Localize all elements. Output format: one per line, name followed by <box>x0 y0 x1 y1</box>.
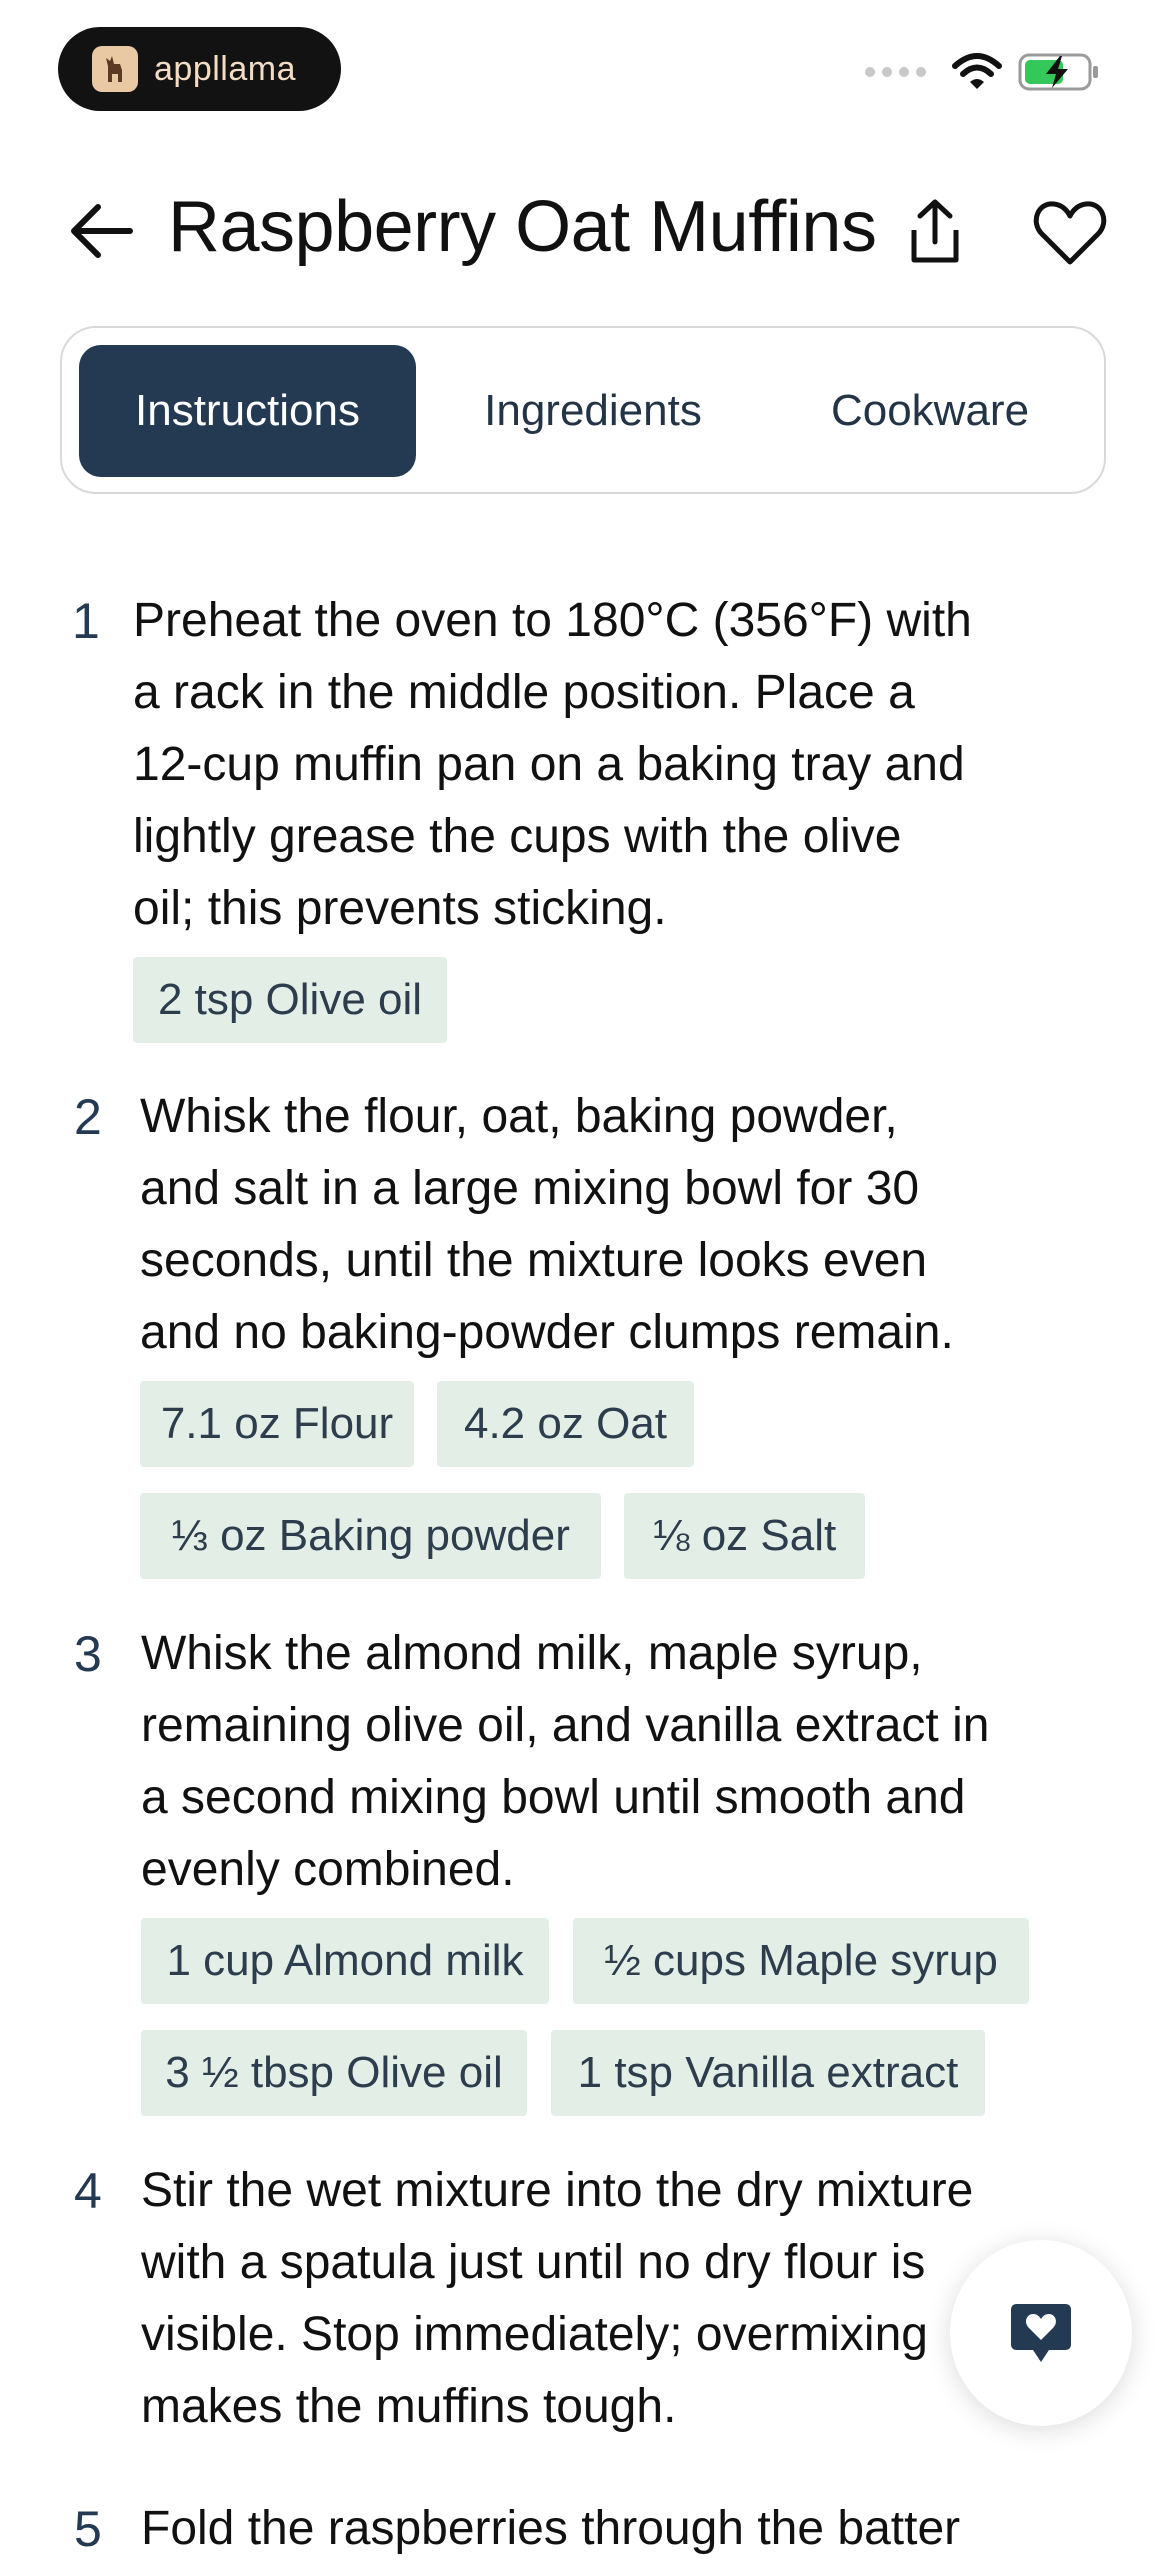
tab-cookware[interactable]: Cookware <box>770 345 1090 477</box>
page-title: Raspberry Oat Muffins <box>168 187 877 267</box>
ingredient-chip[interactable]: 1 cup Almond milk <box>141 1918 549 2004</box>
step-text: Whisk the almond milk, maple syrup, rema… <box>141 1627 990 1896</box>
step-text: Whisk the flour, oat, baking powder, and… <box>140 1090 954 1359</box>
ingredient-chip[interactable]: 1 tsp Vanilla extract <box>551 2030 985 2116</box>
chat-heart-icon <box>1011 2304 1071 2362</box>
heart-icon <box>1033 201 1107 265</box>
ingredient-chip[interactable]: ⅓ oz Baking powder <box>140 1493 601 1579</box>
brand-name: appllama <box>154 49 296 88</box>
share-icon <box>911 199 959 263</box>
llama-logo-icon <box>92 46 138 92</box>
segmented-tabs: Instructions Ingredients Cookware <box>60 326 1106 494</box>
ingredient-chip[interactable]: 4.2 oz Oat <box>437 1381 694 1467</box>
ingredient-chip[interactable]: 3 ½ tbsp Olive oil <box>141 2030 527 2116</box>
step-text: Preheat the oven to 180°C (356°F) with a… <box>133 594 972 935</box>
back-button[interactable] <box>66 196 136 266</box>
step-number: 3 <box>74 1626 102 1682</box>
step-number: 1 <box>72 593 100 649</box>
ingredient-chip[interactable]: 7.1 oz Flour <box>140 1381 414 1467</box>
step-number: 4 <box>74 2163 102 2219</box>
ingredient-chip[interactable]: 2 tsp Olive oil <box>133 957 447 1043</box>
signal-icon <box>865 67 926 77</box>
share-button[interactable] <box>900 196 970 268</box>
favorite-button[interactable] <box>1032 198 1108 268</box>
arrow-left-icon <box>71 204 133 258</box>
wifi-icon <box>952 53 1002 89</box>
battery-charging-icon <box>1018 53 1098 91</box>
step-number: 5 <box>74 2501 102 2557</box>
status-icons <box>865 52 1100 92</box>
step-text: Stir the wet mixture into the dry mixtur… <box>141 2164 974 2433</box>
tab-instructions[interactable]: Instructions <box>79 345 416 477</box>
ingredient-chip[interactable]: ½ cups Maple syrup <box>573 1918 1029 2004</box>
feedback-chat-button[interactable] <box>950 2240 1132 2426</box>
tab-ingredients[interactable]: Ingredients <box>425 345 761 477</box>
step-text: Fold the raspberries through the batter <box>141 2502 961 2555</box>
ingredient-chip[interactable]: ⅛ oz Salt <box>624 1493 865 1579</box>
app-badge: appllama <box>58 27 341 111</box>
step-number: 2 <box>74 1089 102 1145</box>
